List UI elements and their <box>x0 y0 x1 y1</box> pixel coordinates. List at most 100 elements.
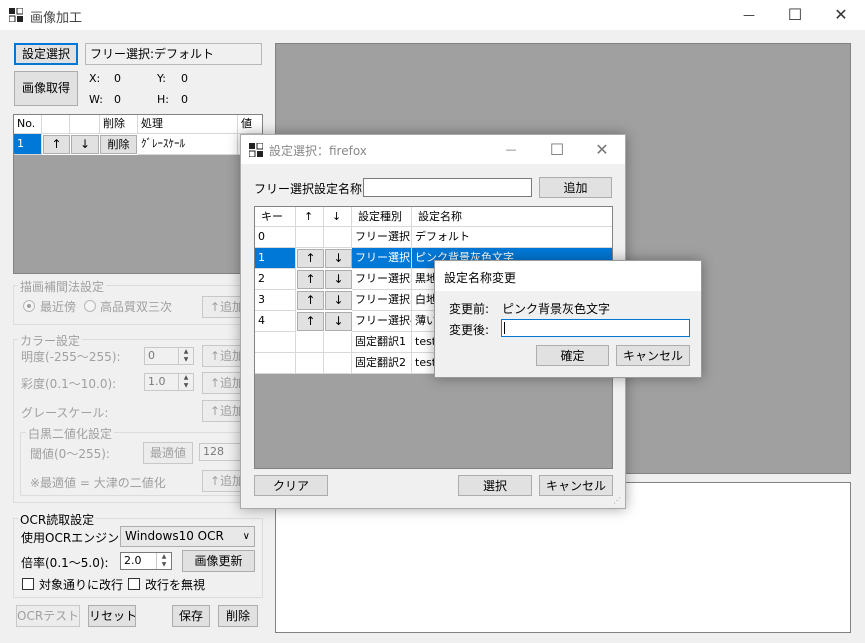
refresh-image-button[interactable]: 画像更新 <box>182 550 255 572</box>
title-bar: 画像加工 — ☐ ✕ <box>0 0 865 30</box>
header-down <box>70 115 100 134</box>
row-type: 固定翻訳1 <box>352 332 412 353</box>
before-label: 変更前: <box>449 302 490 316</box>
maximize-icon[interactable]: ☐ <box>772 0 818 30</box>
row-type: フリー選択1 <box>352 248 412 269</box>
grayscale-label: グレースケール: <box>21 406 109 420</box>
add-button[interactable]: 追加 <box>539 177 612 198</box>
row-down-cell <box>324 353 352 374</box>
rename-cancel-button[interactable]: キャンセル <box>616 345 690 366</box>
row-delete-button[interactable]: 削除 <box>100 135 137 154</box>
header-down: ↓ <box>324 207 352 227</box>
row-down-button[interactable]: ↓ <box>325 249 352 268</box>
wrap-checkbox[interactable] <box>22 578 34 590</box>
scale-label: 倍率(0.1～5.0): <box>21 556 109 570</box>
ignore-newline-checkbox[interactable] <box>128 578 140 590</box>
brightness-label: 明度(-255～255): <box>21 350 121 364</box>
row-name[interactable]: デフォルト <box>412 227 612 248</box>
h-value: 0 <box>181 93 188 106</box>
color-title: カラー設定 <box>18 332 83 349</box>
row-process: ｸﾞﾚｰｽｹｰﾙ <box>138 134 238 155</box>
confirm-button[interactable]: 確定 <box>536 345 609 366</box>
row-no: 1 <box>14 134 42 155</box>
engine-select[interactable]: Windows10 OCR ∨ <box>120 526 255 547</box>
rename-title-bar: 設定名称変更 <box>435 261 701 291</box>
spinner-arrows-icon[interactable]: ▲ ▼ <box>178 374 193 390</box>
spinner-arrows-icon[interactable]: ▲ ▼ <box>178 348 193 364</box>
rename-title: 設定名称変更 <box>444 271 517 285</box>
row-up-button[interactable]: ↑ <box>297 249 324 268</box>
bw-title: 白黒二値化設定 <box>26 425 115 442</box>
process-table: No. 削除 処理 値 1 ↑ ↓ 削除 ｸﾞﾚｰｽｹｰﾙ <box>13 114 263 274</box>
ocr-test-button[interactable]: OCRテスト <box>16 605 80 627</box>
row-up-button[interactable]: ↑ <box>297 270 324 289</box>
threshold-value: 128 <box>203 445 224 458</box>
row-up-button[interactable]: ↑ <box>297 291 324 310</box>
saturation-label: 彩度(0.1～10.0): <box>21 377 117 391</box>
new-name-input[interactable] <box>501 319 690 337</box>
minimize-icon[interactable]: — <box>726 0 772 30</box>
row-down-button[interactable]: ↓ <box>325 312 352 331</box>
setting-select-button[interactable]: 設定選択 <box>14 43 78 65</box>
w-label: W: <box>89 93 103 106</box>
row-type: フリー選択2 <box>352 269 412 290</box>
scale-spinner[interactable]: 2.0 ▲ ▼ <box>120 552 172 570</box>
spinner-arrows-icon[interactable]: ▲ ▼ <box>156 553 171 569</box>
row-up-button[interactable]: ↑ <box>297 312 324 331</box>
header-up: ↑ <box>296 207 324 227</box>
close-icon[interactable]: ✕ <box>818 0 864 30</box>
row-down-button[interactable]: ↓ <box>71 135 99 154</box>
minimize-icon[interactable]: — <box>488 135 534 164</box>
row-down-cell <box>324 332 352 353</box>
delete-button[interactable]: 削除 <box>218 605 258 627</box>
saturation-value: 1.0 <box>148 375 166 388</box>
x-label: X: <box>89 72 101 85</box>
row-down-button[interactable]: ↓ <box>325 270 352 289</box>
optimal-button[interactable]: 最適値 <box>143 442 193 464</box>
free-name-input[interactable] <box>363 178 532 197</box>
bicubic-radio[interactable] <box>84 300 96 312</box>
dialog-title-bar: 設定選択：firefox — ☐ ✕ <box>241 135 625 164</box>
y-value: 0 <box>181 72 188 85</box>
h-label: H: <box>157 93 169 106</box>
table-row[interactable]: 1 ↑ ↓ 削除 ｸﾞﾚｰｽｹｰﾙ <box>14 134 262 155</box>
header-name: 設定名称 <box>412 207 612 227</box>
select-button[interactable]: 選択 <box>458 475 532 496</box>
clear-button[interactable]: クリア <box>254 475 328 496</box>
nearest-radio[interactable] <box>23 300 35 312</box>
row-key <box>255 332 296 353</box>
row-type: フリー選択3 <box>352 290 412 311</box>
row-type: フリー選択 <box>352 227 412 248</box>
row-type: 固定翻訳2 <box>352 353 412 374</box>
engine-value: Windows10 OCR <box>125 529 224 543</box>
maximize-icon[interactable]: ☐ <box>534 135 580 164</box>
save-button[interactable]: 保存 <box>172 605 210 627</box>
brightness-spinner[interactable]: 0 ▲ ▼ <box>144 347 194 365</box>
after-label: 変更後: <box>449 323 490 337</box>
header-process: 処理 <box>138 115 238 134</box>
bicubic-label: 高品質双三次 <box>100 300 173 314</box>
row-up-cell <box>296 227 324 248</box>
reset-button[interactable]: リセット <box>88 605 136 627</box>
row-up-cell <box>296 332 324 353</box>
window-title: 画像加工 <box>30 11 83 26</box>
cancel-button[interactable]: キャンセル <box>539 475 613 496</box>
capture-button[interactable]: 画像取得 <box>14 71 78 106</box>
app-icon <box>8 7 24 23</box>
header-up <box>42 115 70 134</box>
header-key: キー <box>255 207 296 227</box>
header-value: 値 <box>238 115 262 134</box>
before-value: ピンク背景灰色文字 <box>502 302 611 316</box>
saturation-spinner[interactable]: 1.0 ▲ ▼ <box>144 373 194 391</box>
interp-title: 描画補間法設定 <box>18 278 107 295</box>
header-no: No. <box>14 115 42 134</box>
row-up-button[interactable]: ↑ <box>43 135 70 154</box>
row-key: 0 <box>255 227 296 248</box>
table-row[interactable]: 0 フリー選択 デフォルト <box>255 227 612 248</box>
optimal-note: ※最適値 = 大津の二値化 <box>30 476 166 490</box>
chevron-down-icon: ∨ <box>242 531 250 542</box>
close-icon[interactable]: ✕ <box>579 135 625 164</box>
resize-grip-icon[interactable]: ⋰ <box>613 496 623 506</box>
row-key: 3 <box>255 290 296 311</box>
row-down-button[interactable]: ↓ <box>325 291 352 310</box>
